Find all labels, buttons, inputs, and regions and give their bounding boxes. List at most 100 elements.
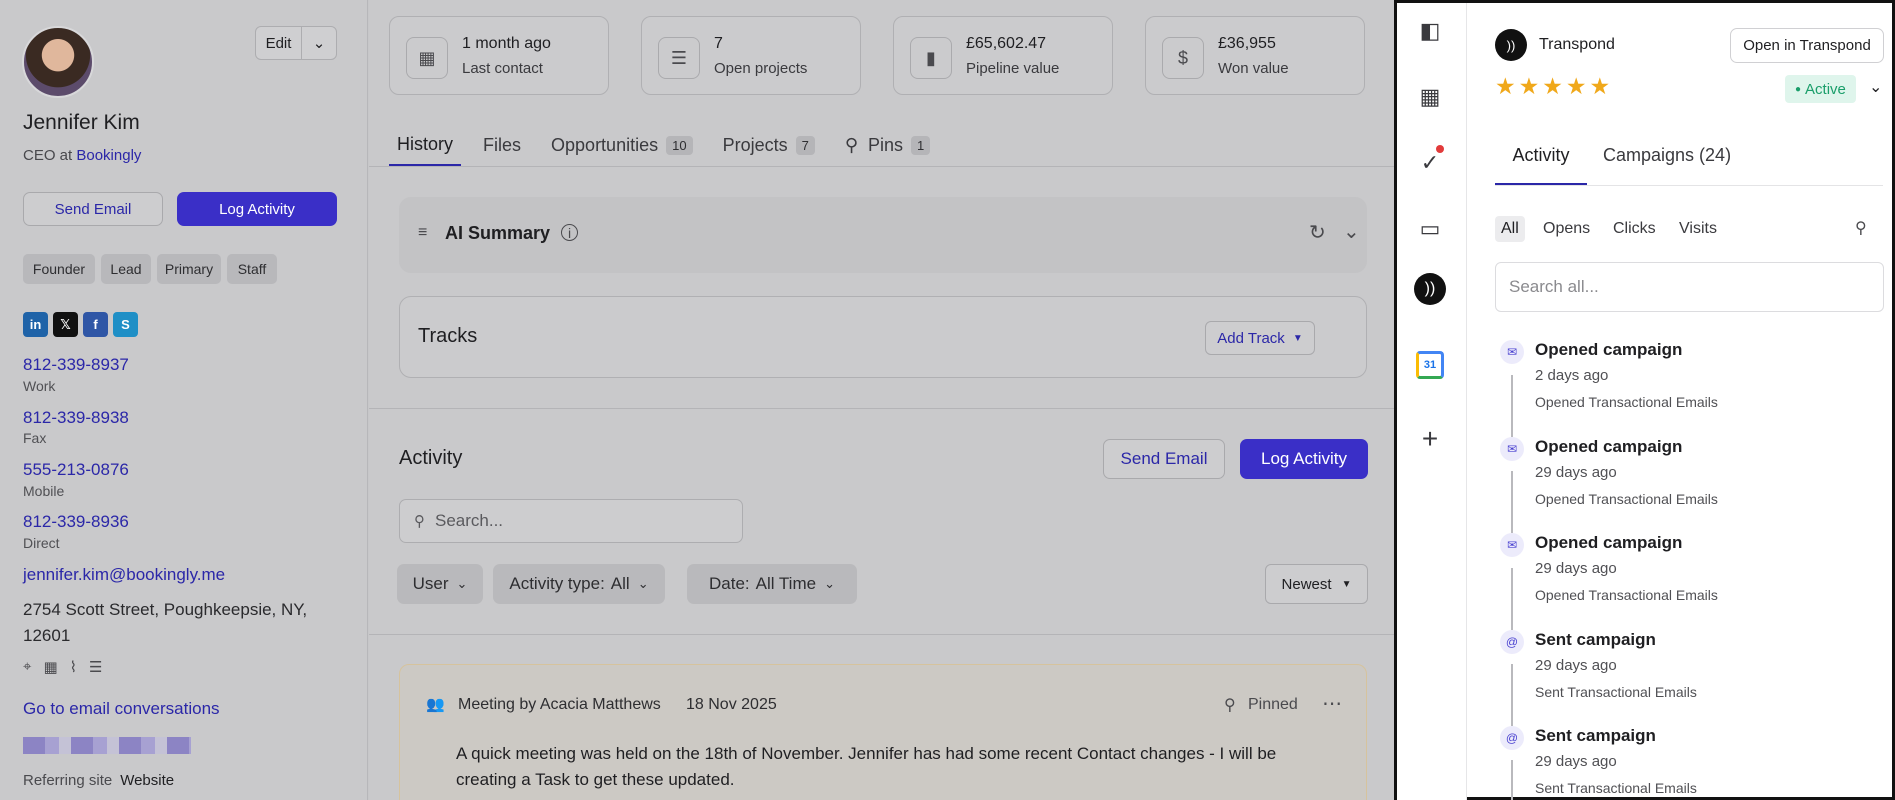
paperclip-icon[interactable]: ⌇: [70, 658, 77, 676]
calendar-icon: ▦: [406, 37, 448, 79]
tag[interactable]: Staff: [227, 254, 277, 284]
at-sign-icon: @: [1500, 630, 1524, 654]
tab-activity[interactable]: Activity: [1495, 145, 1587, 185]
address: 2754 Scott Street, Poughkeepsie, NY, 126…: [23, 600, 308, 645]
count-badge: 1: [911, 135, 931, 155]
star-icon: ★: [1495, 73, 1516, 99]
sort-select[interactable]: Newest ▼: [1265, 564, 1368, 604]
chat-icon[interactable]: ▭: [1414, 213, 1446, 245]
linkedin-icon[interactable]: in: [23, 312, 48, 337]
facebook-icon[interactable]: f: [83, 312, 108, 337]
divider: [1495, 185, 1883, 186]
activity-type-filter[interactable]: Activity type: All ⌄: [493, 564, 665, 604]
send-email-button[interactable]: Send Email: [1103, 439, 1225, 479]
user-filter[interactable]: User ⌄: [397, 564, 483, 604]
people-icon: 👥: [426, 696, 445, 713]
open-in-transpond-button[interactable]: Open in Transpond: [1730, 28, 1884, 63]
divider: [369, 634, 1394, 635]
refresh-icon[interactable]: ↻: [1309, 220, 1326, 245]
star-icon: ★: [1565, 73, 1587, 99]
tab-projects[interactable]: Projects 7: [715, 124, 823, 166]
sidebar-toggle-icon[interactable]: ◧: [1414, 15, 1446, 47]
redacted-field: [23, 737, 191, 754]
phone-link[interactable]: 812-339-8936: [23, 512, 129, 532]
tab-campaigns[interactable]: Campaigns (24): [1603, 145, 1731, 166]
tag[interactable]: Lead: [101, 254, 151, 284]
edit-button[interactable]: Edit: [256, 27, 302, 59]
timeline-line: [1511, 760, 1513, 800]
x-icon[interactable]: 𝕏: [53, 312, 78, 337]
star-icon: ★: [1518, 73, 1540, 99]
phone-link[interactable]: 812-339-8937: [23, 355, 129, 375]
edit-button-group: Edit ⌄: [255, 26, 337, 60]
go-to-email-link[interactable]: Go to email conversations: [23, 699, 220, 719]
map-icon[interactable]: ▦: [43, 658, 57, 676]
add-track-button[interactable]: Add Track ▼: [1205, 321, 1315, 355]
transpond-icon[interactable]: )): [1414, 273, 1446, 305]
filter-opens[interactable]: Opens: [1543, 220, 1590, 238]
contact-role: CEO at Bookingly: [23, 147, 142, 164]
tag[interactable]: Founder: [23, 254, 95, 284]
stat-card: ▮ £65,602.47 Pipeline value: [893, 16, 1113, 95]
stat-card: $ £36,955 Won value: [1145, 16, 1365, 95]
google-calendar-icon[interactable]: 31: [1414, 349, 1446, 381]
log-activity-button[interactable]: Log Activity: [1240, 439, 1368, 479]
chevron-down-icon[interactable]: ⌄: [1869, 77, 1882, 97]
stat-card: ☰ 7 Open projects: [641, 16, 861, 95]
transpond-logo-icon: )): [1495, 29, 1527, 61]
at-sign-icon: @: [1500, 726, 1524, 750]
company-link[interactable]: Bookingly: [76, 147, 141, 164]
activity-title: Activity: [399, 447, 463, 469]
contact-name: Jennifer Kim: [23, 111, 140, 134]
date-filter[interactable]: Date: All Time ⌄: [687, 564, 857, 604]
email-link[interactable]: jennifer.kim@bookingly.me: [23, 565, 225, 585]
chevron-down-icon[interactable]: ⌄: [1343, 219, 1360, 244]
address-actions: ⌖ ▦ ⌇ ☰: [23, 658, 102, 676]
dollar-icon: $: [1162, 37, 1204, 79]
ai-summary-card[interactable]: ≡ AI Summary i ↻ ⌄: [399, 197, 1367, 273]
transpond-panel: ◧ ▦ ✓ ▭ )) 31 + )) Transpond Open in Tra…: [1394, 0, 1895, 800]
more-icon[interactable]: ⋯: [1322, 691, 1342, 716]
list-icon: ☰: [658, 37, 700, 79]
filter-clicks[interactable]: Clicks: [1613, 220, 1656, 238]
map-pin-icon[interactable]: ⌖: [23, 658, 31, 676]
log-activity-button[interactable]: Log Activity: [177, 192, 337, 226]
phone-link[interactable]: 555-213-0876: [23, 460, 129, 480]
apps-grid-icon[interactable]: ▦: [1414, 81, 1446, 113]
send-email-button[interactable]: Send Email: [23, 192, 163, 226]
count-badge: 10: [666, 135, 693, 155]
phone-link[interactable]: 812-339-8938: [23, 408, 129, 428]
chevron-down-icon[interactable]: ⌄: [302, 27, 336, 59]
tab-files[interactable]: Files: [475, 124, 529, 166]
activity-item-meeting[interactable]: 👥 Meeting by Acacia Matthews 18 Nov 2025…: [399, 664, 1367, 800]
tag[interactable]: Primary: [157, 254, 221, 284]
app-rail: ◧ ▦ ✓ ▭ )) 31 +: [1397, 3, 1467, 800]
check-circle-icon[interactable]: ✓: [1414, 145, 1446, 179]
timeline-line: [1511, 375, 1513, 437]
tab-bar: History Files Opportunities 10 Projects 7 …: [389, 124, 952, 166]
search-all-input[interactable]: Search all...: [1495, 262, 1884, 312]
divider: [369, 166, 1394, 167]
tab-pins[interactable]: ⚲ Pins 1: [837, 124, 938, 166]
tab-opportunities[interactable]: Opportunities 10: [543, 124, 701, 166]
phone-label: Mobile: [23, 483, 65, 499]
tab-history[interactable]: History: [389, 124, 462, 166]
activity-search-input[interactable]: ⚲ Search...: [399, 499, 743, 543]
star-icon: ★: [1589, 73, 1611, 99]
add-icon[interactable]: +: [1414, 423, 1446, 455]
filter-visits[interactable]: Visits: [1679, 220, 1717, 238]
status-badge[interactable]: ● Active: [1785, 75, 1856, 103]
envelope-open-icon: ✉: [1500, 533, 1524, 557]
phone-label: Direct: [23, 535, 60, 551]
skype-icon[interactable]: S: [113, 312, 138, 337]
pin-icon[interactable]: ⚲: [1224, 695, 1236, 715]
filter-all[interactable]: All: [1495, 216, 1525, 242]
search-icon: ⚲: [414, 513, 425, 530]
ai-lines-icon: ≡: [418, 224, 428, 241]
count-badge: 7: [795, 135, 815, 155]
list-icon[interactable]: ☰: [89, 658, 102, 676]
avatar: [22, 26, 94, 98]
timeline-line: [1511, 471, 1513, 533]
info-icon[interactable]: i: [561, 224, 578, 241]
search-icon[interactable]: ⚲: [1855, 218, 1867, 238]
